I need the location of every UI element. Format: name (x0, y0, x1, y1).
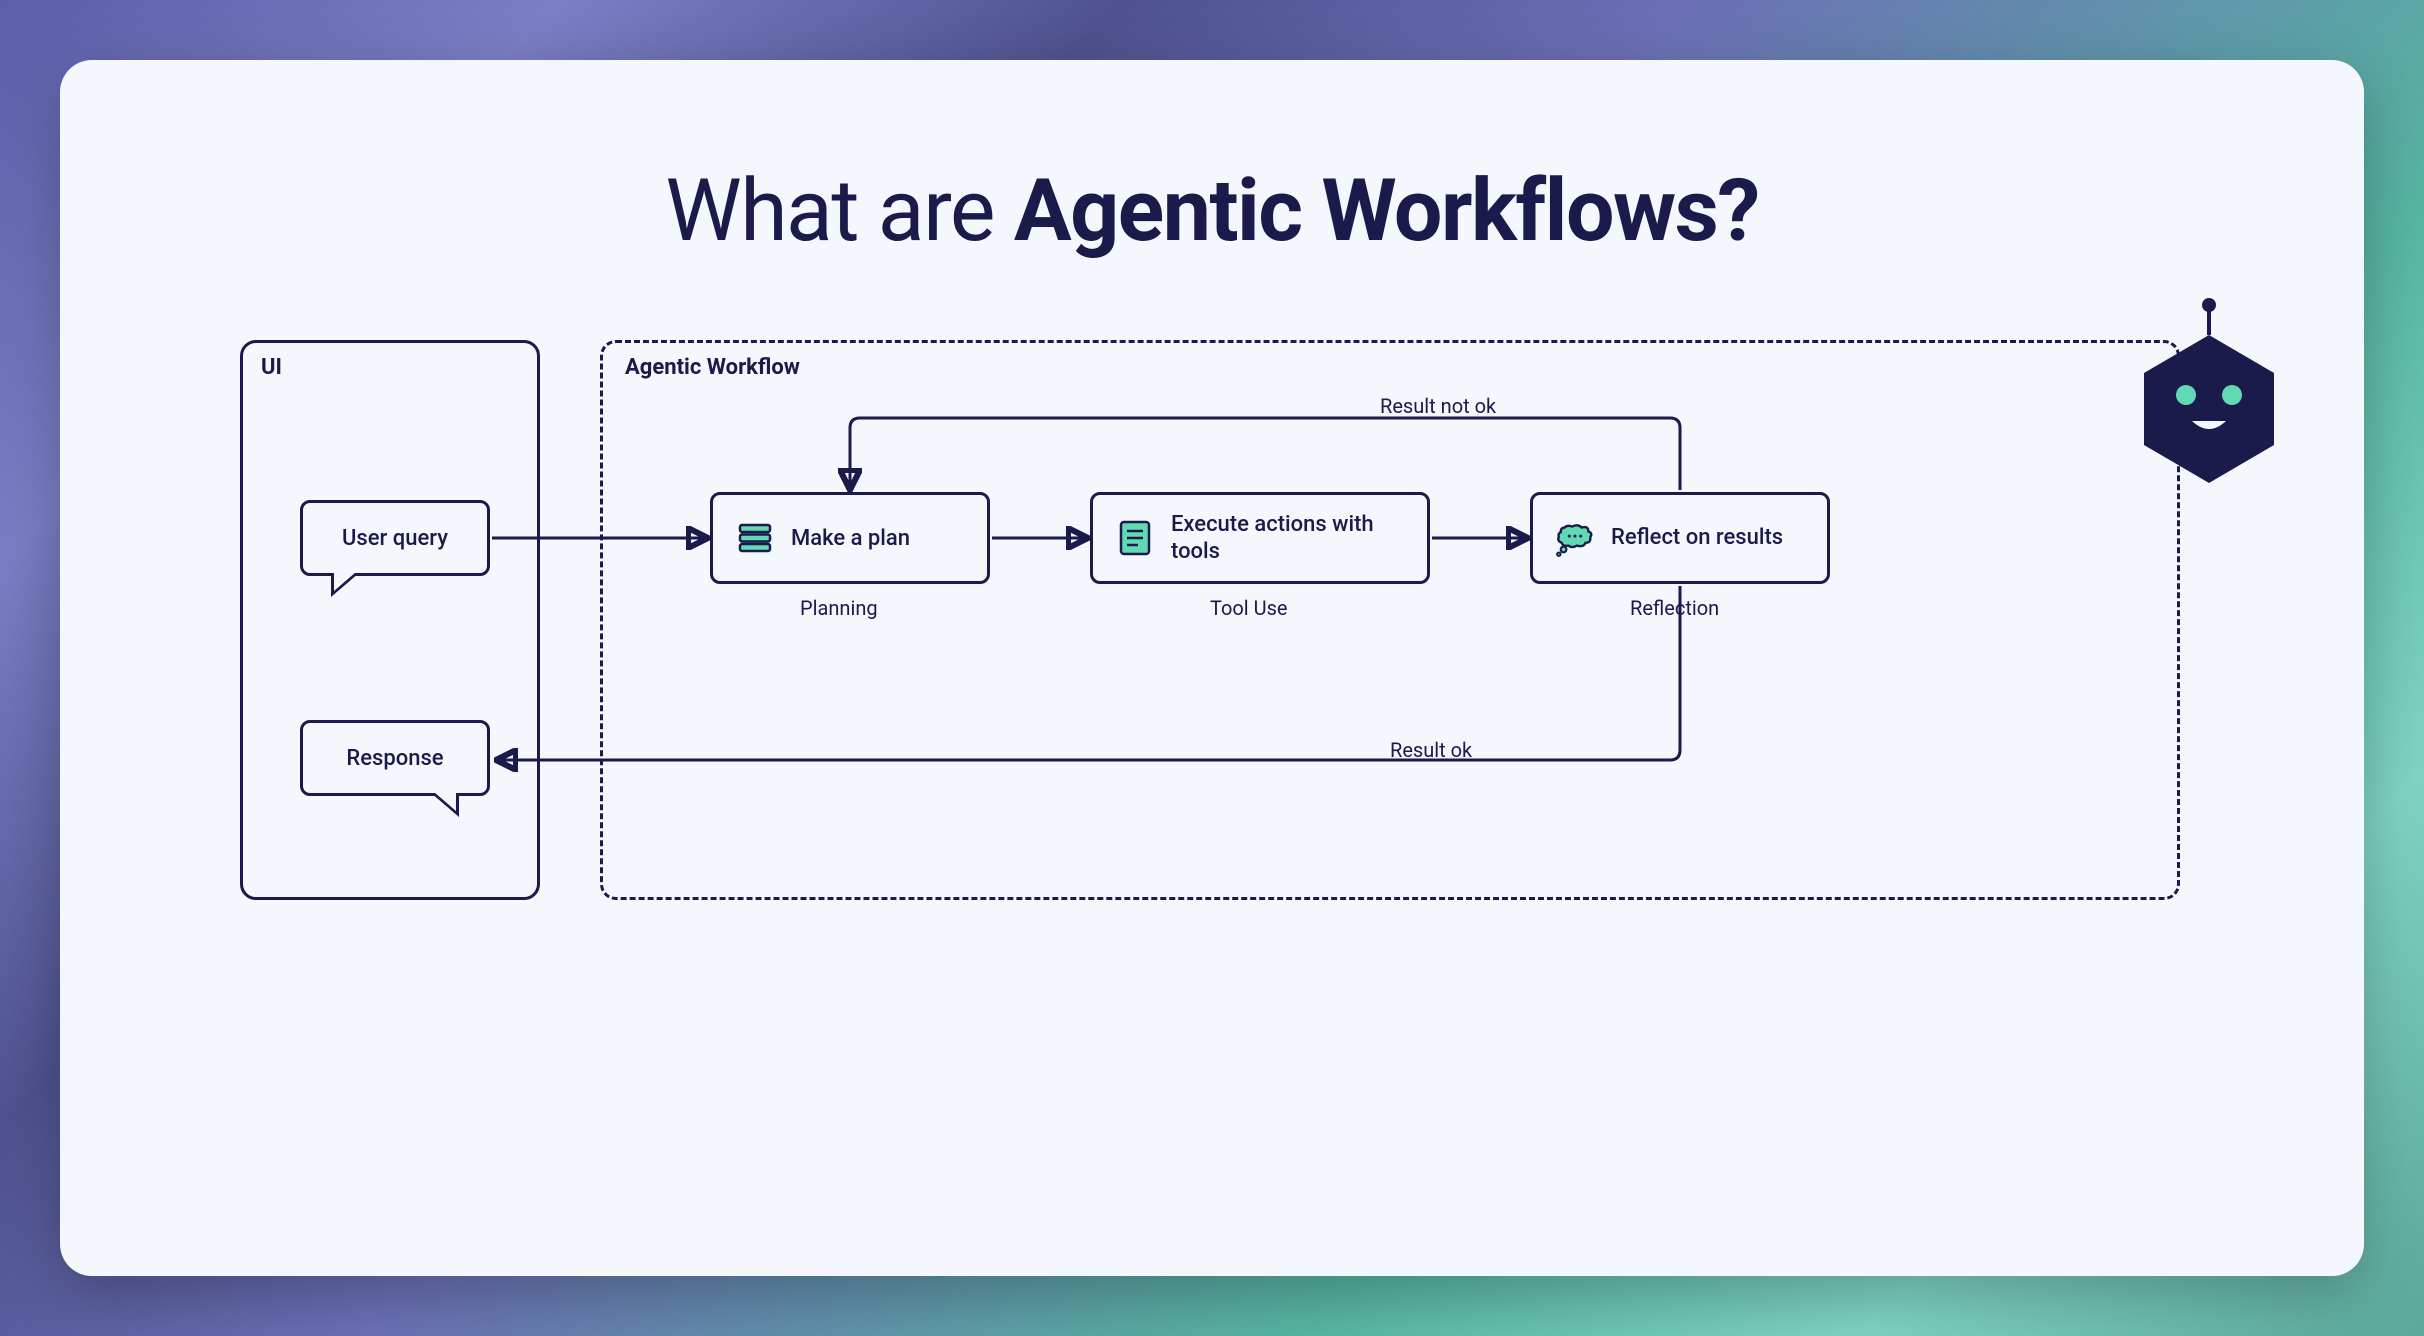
connector-layer (240, 340, 2180, 900)
edge-reflect-to-response-ok (498, 586, 1680, 760)
title-prefix: What are (665, 160, 1013, 261)
diagram-canvas: UI Agentic Workflow User query Response (240, 340, 2180, 900)
robot-hexagon-icon (2124, 295, 2294, 485)
title-bold: Agentic Workflows? (1014, 160, 1759, 261)
slide-card: What are Agentic Workflows? UI Agentic W… (60, 60, 2364, 1276)
edge-reflect-to-plan-notok (850, 418, 1680, 490)
slide-title: What are Agentic Workflows? (60, 160, 2364, 261)
